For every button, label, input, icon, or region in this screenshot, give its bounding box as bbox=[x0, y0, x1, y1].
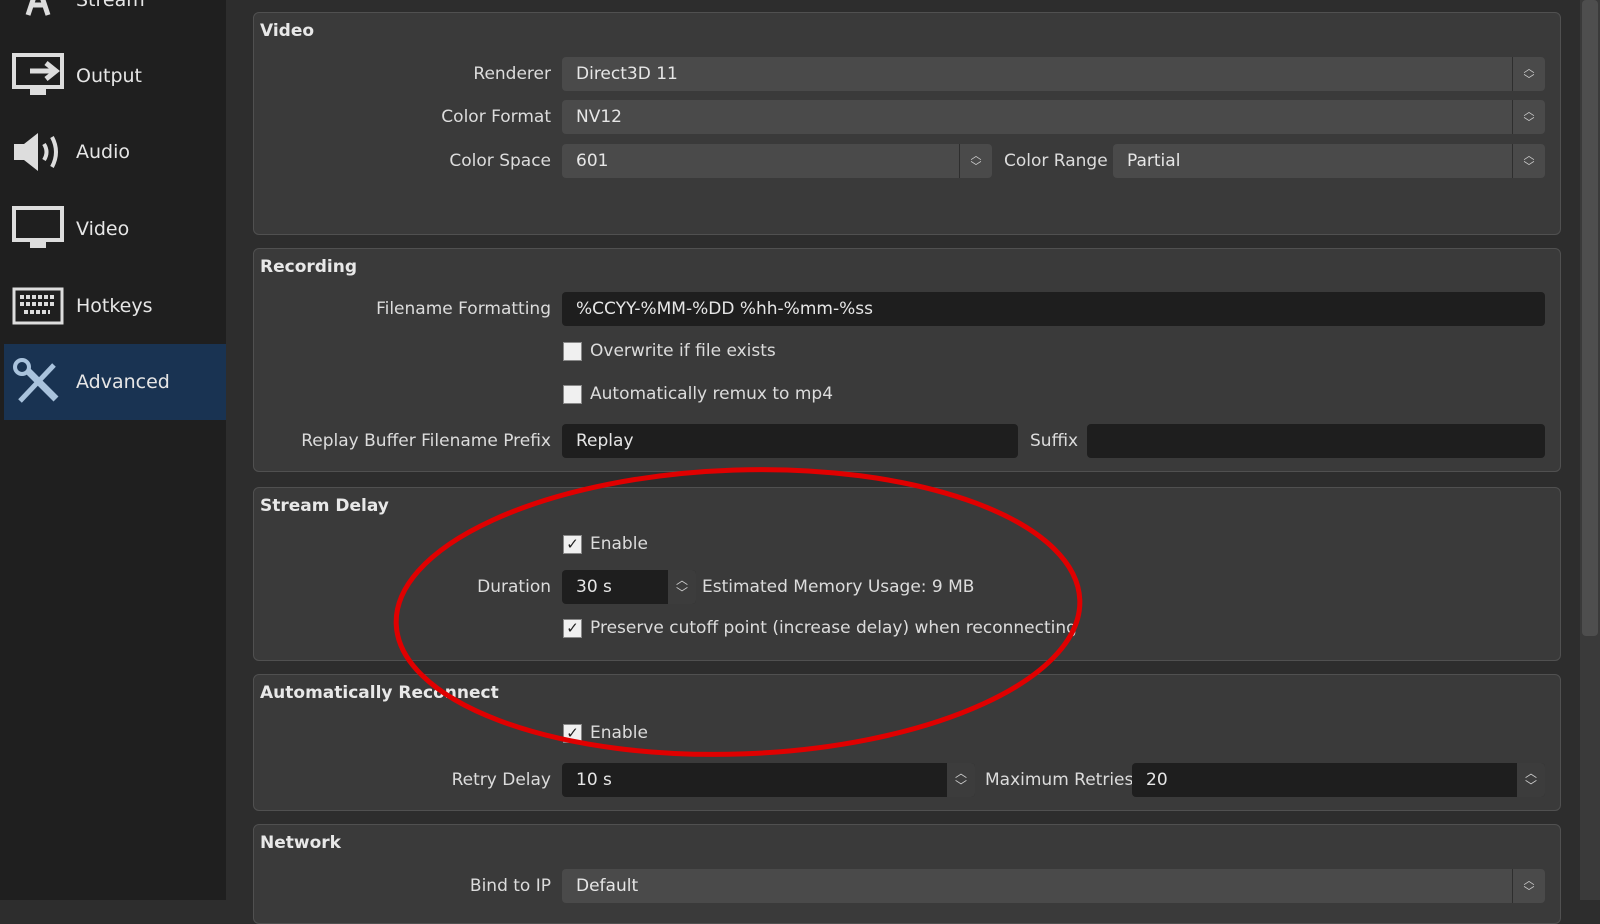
color-space-value: 601 bbox=[576, 151, 609, 171]
bind-ip-label: Bind to IP bbox=[469, 876, 551, 896]
checkbox-box bbox=[563, 341, 582, 361]
group-title: Recording bbox=[260, 257, 358, 277]
reconnect-enable-checkbox[interactable]: ✓ Enable bbox=[563, 719, 648, 747]
checkbox-label: Enable bbox=[590, 723, 648, 743]
prefix-input[interactable]: Replay bbox=[562, 424, 1018, 458]
renderer-value: Direct3D 11 bbox=[576, 64, 678, 84]
prefix-label: Replay Buffer Filename Prefix bbox=[301, 431, 551, 451]
suffix-input[interactable] bbox=[1087, 424, 1545, 458]
checkbox-label: Preserve cutoff point (increase delay) w… bbox=[590, 618, 1077, 638]
sidebar-item-stream[interactable]: Stream bbox=[4, 0, 226, 38]
renderer-select[interactable]: Direct3D 11 ︿ ﹀ bbox=[562, 57, 1545, 91]
chevron-updown-icon: ︿ ﹀ bbox=[1512, 144, 1545, 178]
scrollbar-thumb[interactable] bbox=[1582, 0, 1598, 636]
sidebar-item-audio[interactable]: Audio bbox=[4, 114, 226, 190]
color-space-select[interactable]: 601 ︿ ﹀ bbox=[562, 144, 992, 178]
sidebar-item-label: Audio bbox=[76, 141, 131, 163]
filename-label: Filename Formatting bbox=[376, 299, 551, 319]
color-format-value: NV12 bbox=[576, 107, 622, 127]
check-icon: ✓ bbox=[563, 723, 582, 743]
color-range-value: Partial bbox=[1127, 151, 1181, 171]
remux-checkbox[interactable]: Automatically remux to mp4 bbox=[563, 380, 833, 408]
check-icon: ✓ bbox=[563, 618, 582, 638]
preserve-cutoff-checkbox[interactable]: ✓ Preserve cutoff point (increase delay) … bbox=[563, 614, 1077, 642]
monitor-icon bbox=[12, 206, 64, 248]
output-icon bbox=[12, 53, 64, 95]
filename-input[interactable]: %CCYY-%MM-%DD %hh-%mm-%ss bbox=[562, 292, 1545, 326]
renderer-label: Renderer bbox=[473, 64, 551, 84]
color-range-select[interactable]: Partial ︿ ﹀ bbox=[1113, 144, 1545, 178]
checkbox-label: Enable bbox=[590, 534, 648, 554]
group-title: Automatically Reconnect bbox=[260, 683, 499, 703]
color-space-label: Color Space bbox=[449, 151, 551, 171]
group-title: Stream Delay bbox=[260, 496, 389, 516]
bind-ip-select[interactable]: Default ︿ ﹀ bbox=[562, 869, 1545, 903]
color-range-label: Color Range bbox=[1004, 151, 1108, 171]
max-retries-spinbox[interactable]: 20 ︿ ﹀ bbox=[1132, 763, 1545, 797]
sidebar-item-label: Output bbox=[76, 65, 142, 87]
sidebar-item-output[interactable]: Output bbox=[4, 38, 226, 114]
sidebar-item-advanced[interactable]: Advanced bbox=[4, 344, 226, 420]
color-format-select[interactable]: NV12 ︿ ﹀ bbox=[562, 100, 1545, 134]
sidebar-item-video[interactable]: Video bbox=[4, 191, 226, 267]
chevron-updown-icon: ︿ ﹀ bbox=[1512, 57, 1545, 91]
group-title: Network bbox=[260, 833, 341, 853]
suffix-label: Suffix bbox=[1030, 431, 1079, 451]
spin-arrows-icon[interactable]: ︿ ﹀ bbox=[668, 570, 696, 604]
check-icon: ✓ bbox=[563, 534, 582, 554]
keyboard-icon bbox=[12, 287, 64, 325]
sidebar-item-label: Stream bbox=[76, 0, 145, 11]
speaker-icon bbox=[14, 133, 58, 171]
sidebar-item-hotkeys[interactable]: Hotkeys bbox=[4, 268, 226, 344]
sidebar-item-label: Hotkeys bbox=[76, 295, 153, 317]
color-format-label: Color Format bbox=[441, 107, 551, 127]
spin-arrows-icon[interactable]: ︿ ﹀ bbox=[1517, 763, 1545, 797]
bind-ip-value: Default bbox=[576, 876, 639, 896]
stream-icon bbox=[25, 0, 51, 16]
delay-enable-checkbox[interactable]: ✓ Enable bbox=[563, 530, 648, 558]
group-title: Video bbox=[260, 21, 315, 41]
max-retries-label: Maximum Retries bbox=[985, 770, 1134, 790]
overwrite-checkbox[interactable]: Overwrite if file exists bbox=[563, 337, 776, 365]
checkbox-label: Automatically remux to mp4 bbox=[590, 384, 834, 404]
tools-icon bbox=[13, 358, 59, 403]
retry-delay-label: Retry Delay bbox=[451, 770, 551, 790]
chevron-updown-icon: ︿ ﹀ bbox=[1512, 100, 1545, 134]
duration-label: Duration bbox=[477, 577, 551, 597]
retry-delay-value: 10 s bbox=[576, 770, 612, 790]
chevron-updown-icon: ︿ ﹀ bbox=[959, 144, 992, 178]
checkbox-label: Overwrite if file exists bbox=[590, 341, 776, 361]
sidebar: Stream Output Audio Video Hotkeys Advanc… bbox=[0, 0, 226, 900]
duration-spinbox[interactable]: 30 s ︿ ﹀ bbox=[562, 570, 696, 604]
checkbox-box bbox=[563, 384, 582, 404]
sidebar-item-label: Advanced bbox=[76, 371, 170, 393]
retry-delay-spinbox[interactable]: 10 s ︿ ﹀ bbox=[562, 763, 975, 797]
chevron-updown-icon: ︿ ﹀ bbox=[1512, 869, 1545, 903]
duration-value: 30 s bbox=[576, 577, 612, 597]
max-retries-value: 20 bbox=[1146, 770, 1168, 790]
memory-usage-text: Estimated Memory Usage: 9 MB bbox=[702, 577, 975, 597]
spin-arrows-icon[interactable]: ︿ ﹀ bbox=[947, 763, 975, 797]
sidebar-item-label: Video bbox=[76, 218, 130, 240]
